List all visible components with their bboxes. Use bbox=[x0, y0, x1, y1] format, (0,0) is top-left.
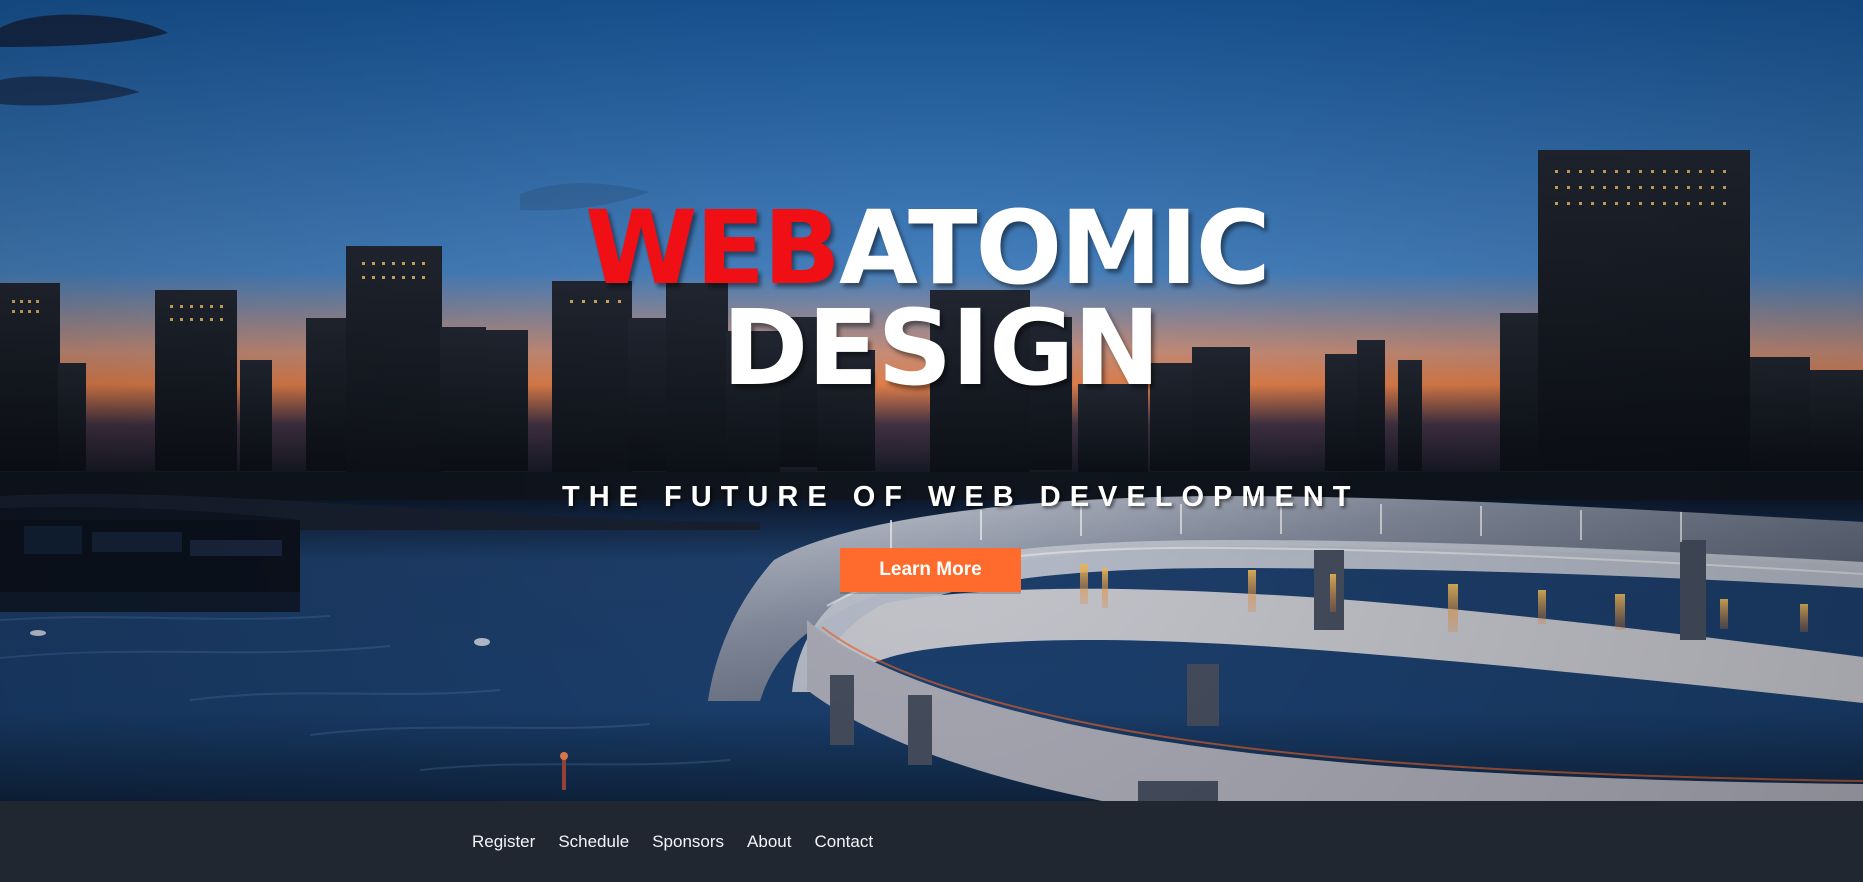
nav-link-about[interactable]: About bbox=[747, 832, 791, 852]
hero-overlay bbox=[0, 0, 1863, 801]
nav-link-contact[interactable]: Contact bbox=[814, 832, 873, 852]
site-footer: Register Schedule Sponsors About Contact bbox=[0, 801, 1863, 882]
footer-nav: Register Schedule Sponsors About Contact bbox=[472, 801, 873, 882]
hero-section: WEBATOMIC DESIGN THE FUTURE OF WEB DEVEL… bbox=[0, 0, 1863, 801]
learn-more-button[interactable]: Learn More bbox=[840, 548, 1021, 592]
nav-link-sponsors[interactable]: Sponsors bbox=[652, 832, 724, 852]
nav-link-schedule[interactable]: Schedule bbox=[558, 832, 629, 852]
landing-page: WEBATOMIC DESIGN THE FUTURE OF WEB DEVEL… bbox=[0, 0, 1863, 882]
nav-link-register[interactable]: Register bbox=[472, 832, 535, 852]
